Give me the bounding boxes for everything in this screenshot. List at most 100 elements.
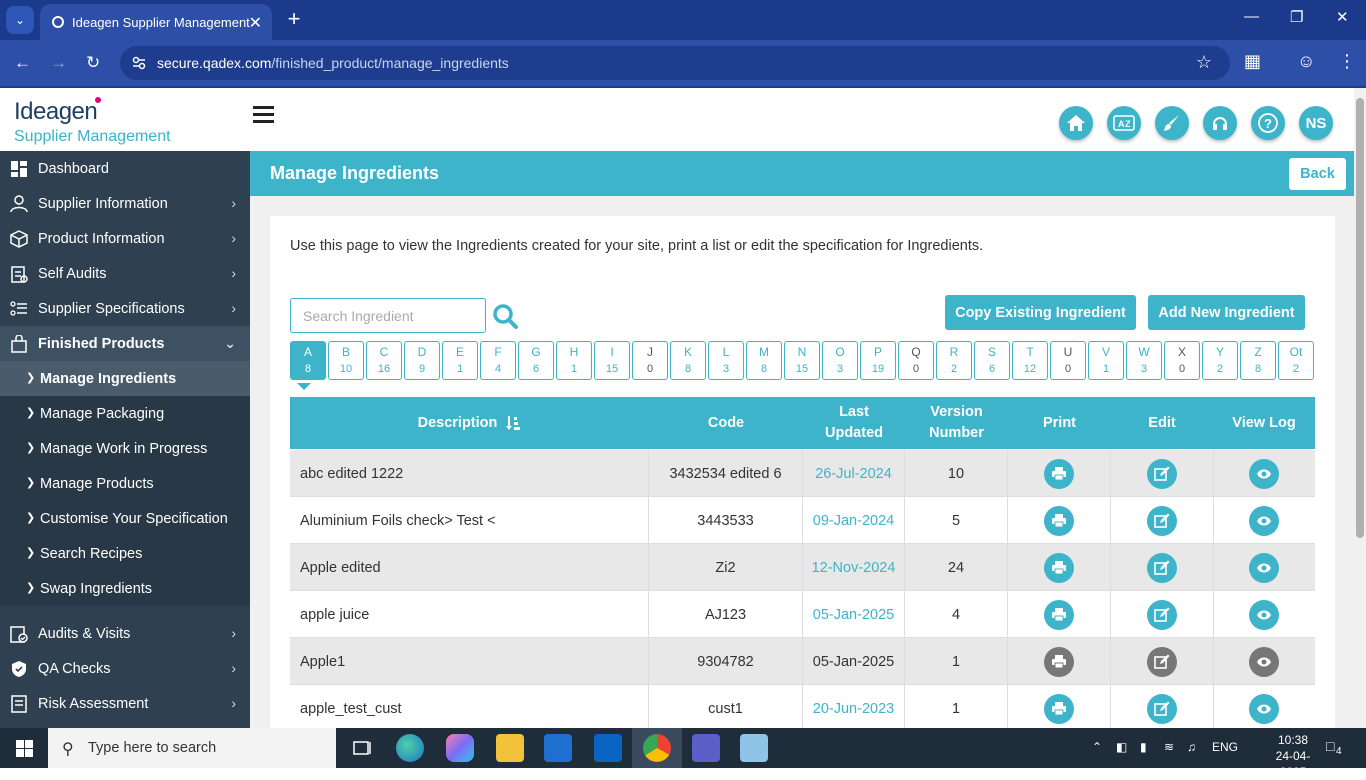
notification-icon[interactable]: □ 4 [1326,738,1346,757]
windows-start-icon[interactable] [16,740,33,757]
letter-filter-b[interactable]: B 10 [328,341,364,380]
address-bar[interactable]: secure.qadex.com/finished_product/manage… [120,46,1230,80]
view-log-icon[interactable] [1249,599,1279,630]
cell-last-updated[interactable]: 09-Jan-2024 [803,497,905,544]
page-scrollbar[interactable] [1354,88,1366,728]
sidebar-subitem-manage-ingredients[interactable]: ❯ Manage Ingredients [0,361,250,396]
print-icon[interactable] [1044,693,1074,724]
letter-filter-y[interactable]: Y2 [1202,341,1238,380]
app-icon[interactable] [740,734,768,762]
sidebar-subitem-manage-wip[interactable]: ❯ Manage Work in Progress [0,431,250,466]
letter-filter-x[interactable]: X0 [1164,341,1200,380]
headset-icon[interactable] [1203,106,1237,140]
letter-filter-u[interactable]: U0 [1050,341,1086,380]
letter-filter-g[interactable]: G6 [518,341,554,380]
sidebar-item-product-information[interactable]: Product Information › [0,221,250,256]
brush-icon[interactable] [1155,106,1189,140]
letter-filter-m[interactable]: M8 [746,341,782,380]
sidebar-item-risk-assessment[interactable]: Risk Assessment › [0,686,250,721]
back-arrow-icon[interactable]: ← [14,53,31,73]
restore-icon[interactable]: ❐ [1290,8,1303,26]
letter-filter-c[interactable]: C 16 [366,341,402,380]
search-icon[interactable] [492,303,518,329]
letter-filter-s[interactable]: S6 [974,341,1010,380]
translate-icon[interactable]: AZ [1107,106,1141,140]
letter-filter-h[interactable]: H1 [556,341,592,380]
letter-filter-o[interactable]: O3 [822,341,858,380]
view-log-icon[interactable] [1249,693,1279,724]
window-close-icon[interactable]: ✕ [1336,8,1349,26]
tab-search-button[interactable]: ⌄ [6,6,34,34]
add-new-ingredient-button[interactable]: Add New Ingredient [1148,295,1305,330]
edge-browser-icon[interactable] [396,734,424,762]
forward-arrow-icon[interactable]: → [50,53,67,73]
task-view-icon[interactable] [348,734,376,762]
sidebar-subitem-manage-products[interactable]: ❯ Manage Products [0,466,250,501]
print-icon[interactable] [1044,505,1074,536]
edit-icon[interactable] [1147,693,1177,724]
view-log-icon[interactable] [1249,505,1279,536]
file-explorer-icon[interactable] [496,734,524,762]
sidebar-item-dashboard[interactable]: Dashboard [0,151,250,186]
sort-icon[interactable] [505,415,521,431]
back-button[interactable]: Back [1289,158,1346,190]
letter-filter-w[interactable]: W3 [1126,341,1162,380]
outlook-icon[interactable] [594,734,622,762]
minimize-icon[interactable]: — [1244,8,1259,25]
letter-filter-j[interactable]: J0 [632,341,668,380]
new-tab-button[interactable]: + [282,6,306,32]
copilot-icon[interactable] [446,734,474,762]
cell-last-updated[interactable]: 12-Nov-2024 [803,544,905,591]
logo[interactable]: Ideagen [14,97,103,126]
battery-icon[interactable]: ▮ [1140,740,1147,754]
letter-filter-e[interactable]: E1 [442,341,478,380]
letter-filter-f[interactable]: F4 [480,341,516,380]
wifi-icon[interactable]: ≋ [1164,740,1174,754]
bookmark-star-icon[interactable]: ☆ [1196,52,1212,73]
edit-icon[interactable] [1147,505,1177,536]
letter-filter-a[interactable]: A8 [290,341,326,380]
browser-tab[interactable]: Ideagen Supplier Management ✕ [40,4,272,40]
search-ingredient-input[interactable]: Search Ingredient [290,298,486,333]
sidebar-item-finished-products[interactable]: Finished Products ⌄ [0,326,250,361]
letter-filter-d[interactable]: D9 [404,341,440,380]
sidebar-item-supplier-information[interactable]: Supplier Information › [0,186,250,221]
letter-filter-k[interactable]: K8 [670,341,706,380]
edit-icon[interactable] [1147,599,1177,630]
print-icon[interactable] [1044,599,1074,630]
sidebar-subitem-manage-packaging[interactable]: ❯ Manage Packaging [0,396,250,431]
letter-filter-l[interactable]: L3 [708,341,744,380]
teams-icon[interactable] [692,734,720,762]
letter-filter-i[interactable]: I 15 [594,341,630,380]
sidebar-item-audits-visits[interactable]: Audits & Visits › [0,616,250,651]
letter-filter-p[interactable]: P 19 [860,341,896,380]
hamburger-menu-icon[interactable] [253,106,274,127]
language-indicator[interactable]: ENG [1212,740,1238,754]
letter-filter-t[interactable]: T 12 [1012,341,1048,380]
taskbar-search-box[interactable]: ⚲ Type here to search [48,728,336,768]
sidebar-subitem-customise-specification[interactable]: ❯ Customise Your Specification [0,501,250,536]
profile-icon[interactable]: ☺ [1297,51,1315,72]
tab-close-icon[interactable]: ✕ [249,13,262,33]
home-icon[interactable] [1059,106,1093,140]
meet-now-icon[interactable]: ◧ [1116,740,1127,754]
taskbar-clock[interactable]: 10:38 24-04-2025 [1263,732,1323,780]
letter-filter-ot[interactable]: Ot 2 [1278,341,1314,380]
edit-icon[interactable] [1147,552,1177,583]
sidebar-subitem-search-recipes[interactable]: ❯ Search Recipes [0,536,250,571]
print-icon[interactable] [1044,552,1074,583]
browser-menu-icon[interactable]: ⋮ [1338,51,1356,72]
cell-last-updated[interactable]: 05-Jan-2025 [803,591,905,638]
reload-icon[interactable]: ↻ [86,53,100,73]
cell-last-updated[interactable]: 20-Jun-2023 [803,685,905,732]
outlook-new-icon[interactable] [544,734,572,762]
chevron-up-icon[interactable]: ⌃ [1092,740,1102,754]
view-log-icon[interactable] [1249,552,1279,583]
letter-filter-n[interactable]: N 15 [784,341,820,380]
letter-filter-z[interactable]: Z8 [1240,341,1276,380]
column-header-description[interactable]: Description [290,397,649,449]
sidebar-item-supplier-specifications[interactable]: Supplier Specifications › [0,291,250,326]
sidebar-subitem-swap-ingredients[interactable]: ❯ Swap Ingredients [0,571,250,606]
sidebar-item-qa-checks[interactable]: QA Checks › [0,651,250,686]
help-icon[interactable]: ? [1251,106,1285,140]
